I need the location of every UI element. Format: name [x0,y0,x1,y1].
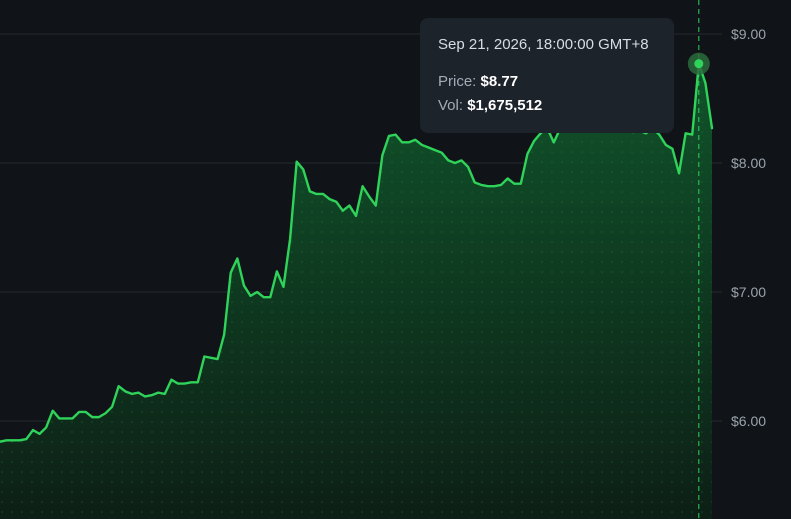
tooltip-volume-row: Vol: $1,675,512 [438,94,656,118]
y-axis: $9.00 $8.00 $7.00 $6.00 [731,26,766,429]
hover-marker-point [694,59,704,69]
tooltip-price-label: Price: [438,73,477,90]
y-tick-label: $8.00 [731,155,766,171]
tooltip-price-value: $8.77 [480,73,519,90]
price-tooltip: Sep 21, 2026, 18:00:00 GMT+8 Price: $8.7… [420,18,674,133]
y-tick-label: $7.00 [731,284,766,300]
price-chart[interactable]: $9.00 $8.00 $7.00 $6.00 Sep 21, 2026, 18:00… [0,0,791,519]
y-tick-label: $6.00 [731,413,766,429]
tooltip-volume-label: Vol: [438,97,464,114]
y-tick-label: $9.00 [731,26,766,42]
tooltip-timestamp: Sep 21, 2026, 18:00:00 GMT+8 [438,36,649,53]
tooltip-volume-value: $1,675,512 [467,97,543,114]
tooltip-price-row: Price: $8.77 [438,70,656,94]
